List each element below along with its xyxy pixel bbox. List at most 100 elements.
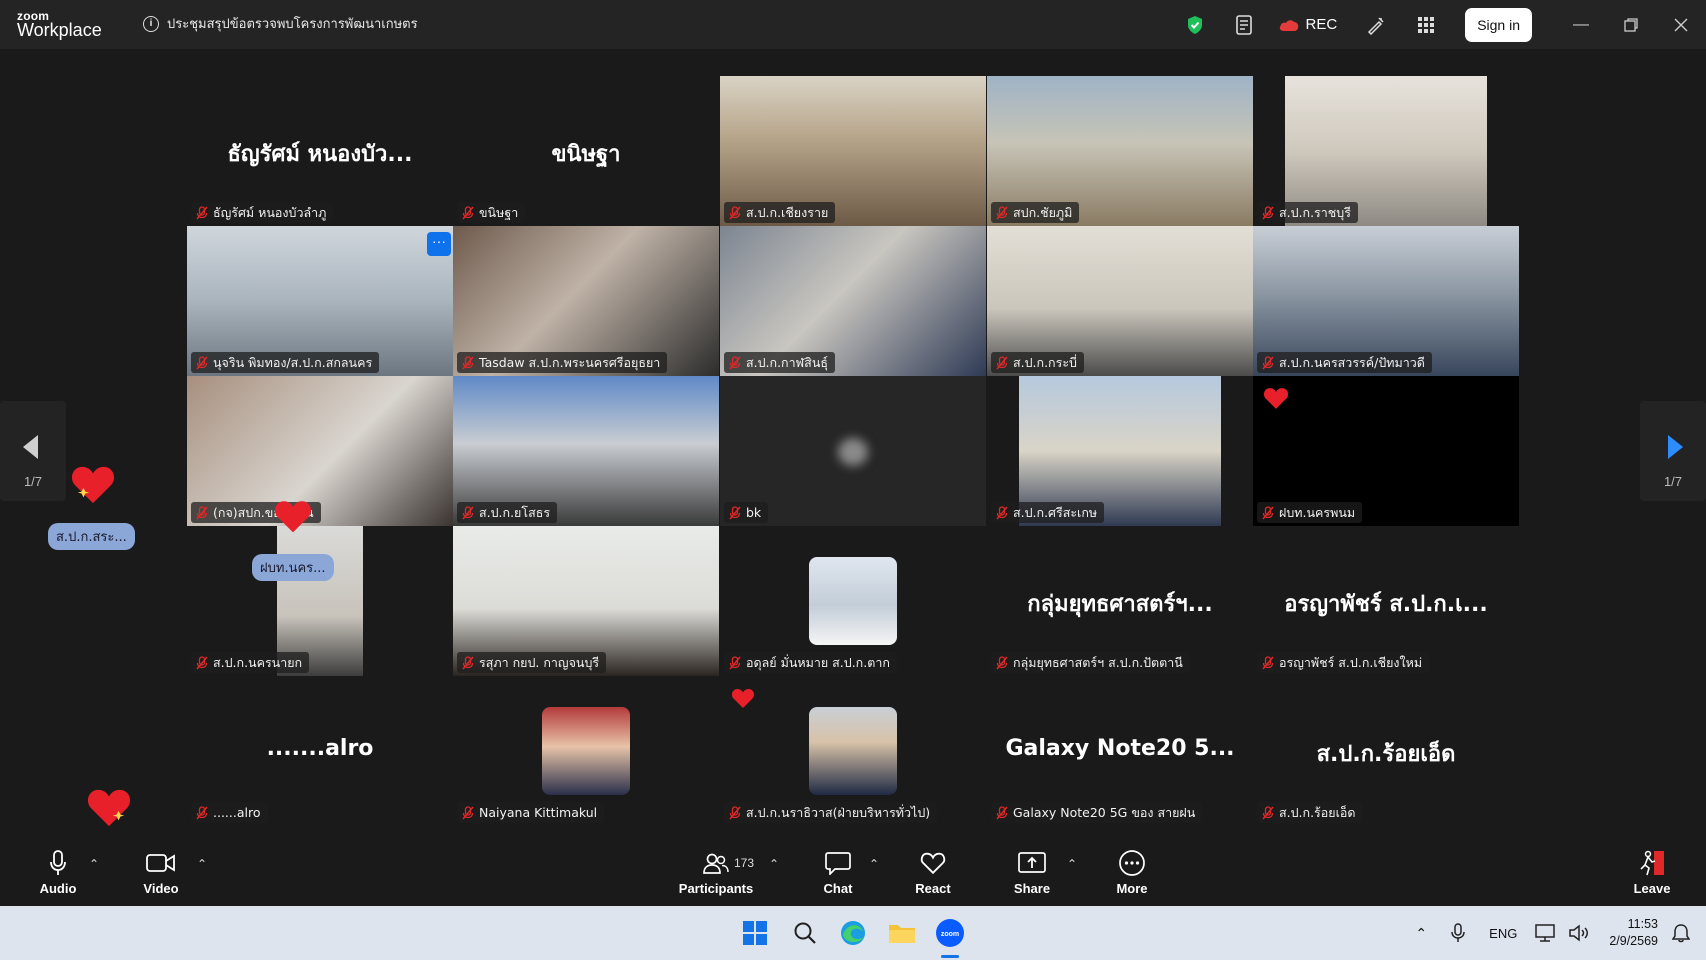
participant-tile[interactable]: .......alro ......alro bbox=[187, 676, 453, 826]
participant-name-tag: Tasdaw ส.ป.ก.พระนครศรีอยุธยา bbox=[457, 352, 668, 373]
participant-name: รสุภา กยป. กาญจนบุรี bbox=[479, 655, 600, 670]
muted-microphone-icon bbox=[729, 655, 741, 669]
annotate-icon[interactable] bbox=[1363, 12, 1389, 38]
chat-button[interactable]: Chat bbox=[818, 839, 858, 906]
participant-tile[interactable]: ส.ป.ก.ยโสธร bbox=[453, 376, 719, 526]
participants-icon bbox=[703, 853, 729, 874]
heart-reaction-icon bbox=[274, 501, 312, 533]
page-indicator: 1/7 bbox=[1663, 474, 1683, 489]
participant-name: สปก.ชัยภูมิ bbox=[1013, 205, 1073, 220]
participant-tile[interactable]: ส.ป.ก.เชียงราย bbox=[720, 76, 986, 226]
participant-tile[interactable]: ธัญรัศม์ หนองบัว... ธัญรัศม์ หนองบัวลำภู bbox=[187, 76, 453, 226]
participants-button[interactable]: Participants bbox=[676, 839, 756, 906]
participant-tile[interactable]: อรญาพัชร์ ส.ป.ก.เ... อรญาพัชร์ ส.ป.ก.เชีย… bbox=[1253, 526, 1519, 676]
floating-reaction-label: ฝบท.นคร... bbox=[252, 554, 334, 581]
participant-name-tag: Naiyana Kittimakul bbox=[457, 802, 605, 823]
muted-microphone-icon bbox=[1262, 805, 1274, 819]
volume-icon[interactable] bbox=[1569, 924, 1591, 942]
participant-name: ส.ป.ก.นราธิวาส(ฝ่ายบริหารทั่วไป) bbox=[746, 805, 931, 820]
participant-tile[interactable]: Tasdaw ส.ป.ก.พระนครศรีอยุธยา bbox=[453, 226, 719, 376]
participant-name-tag: รสุภา กยป. กาญจนบุรี bbox=[457, 652, 607, 673]
leave-door-icon bbox=[1640, 850, 1664, 876]
participant-name: Galaxy Note20 5G ของ สายฝน bbox=[1013, 805, 1196, 820]
zoom-app-icon[interactable]: zoom bbox=[934, 917, 966, 949]
participant-name-tag: สปก.ชัยภูมิ bbox=[991, 202, 1080, 223]
participant-name-tag: ส.ป.ก.นครสวรรค์/ปัทมาวดี bbox=[1257, 352, 1432, 373]
more-dots-icon bbox=[1119, 850, 1145, 876]
share-button[interactable]: Share bbox=[1010, 839, 1054, 906]
participant-name-tag: กลุ่มยุทธศาสตร์ฯ ส.ป.ก.ปัตตานี bbox=[991, 652, 1190, 673]
meeting-info[interactable]: i ประชุมสรุปข้อตรวจพบโครงการพัฒนาเกษตร bbox=[143, 13, 418, 34]
shield-icon[interactable] bbox=[1182, 12, 1208, 38]
close-button[interactable] bbox=[1656, 0, 1706, 49]
participant-tile[interactable]: ส.ป.ก.นครนายก bbox=[187, 526, 453, 676]
participant-tile[interactable]: ฝบท.นครพนม bbox=[1253, 376, 1519, 526]
participant-tile[interactable]: (กจ)สปก.ขอนแก่น bbox=[187, 376, 453, 526]
logo-line2: Workplace bbox=[17, 20, 102, 40]
system-clock[interactable]: 11:53 2/9/2569 bbox=[1609, 916, 1658, 950]
participant-tile[interactable]: ส.ป.ก.กาฬสินธุ์ bbox=[720, 226, 986, 376]
participant-name-tag: ส.ป.ก.ราชบุรี bbox=[1257, 202, 1358, 223]
participant-tile[interactable]: ขนิษฐา ขนิษฐา bbox=[453, 76, 719, 226]
more-label: More bbox=[1116, 881, 1148, 896]
cloud-recording-indicator[interactable]: REC bbox=[1278, 16, 1337, 33]
participant-tile[interactable]: ส.ป.ก.กระบี่ bbox=[987, 226, 1253, 376]
file-explorer-icon[interactable] bbox=[886, 917, 918, 949]
audio-button[interactable]: Audio bbox=[36, 839, 80, 906]
tray-microphone-icon[interactable] bbox=[1451, 923, 1465, 943]
notes-icon[interactable] bbox=[1232, 12, 1258, 38]
participant-tile[interactable]: Galaxy Note20 5... Galaxy Note20 5G ของ ส… bbox=[987, 676, 1253, 826]
participant-tile[interactable]: อดุลย์ มั่นหมาย ส.ป.ก.ตาก bbox=[720, 526, 986, 676]
participant-name-tag: ส.ป.ก.ศรีสะเกษ bbox=[991, 502, 1105, 523]
participant-tile[interactable]: ส.ป.ก.ร้อยเอ็ด ส.ป.ก.ร้อยเอ็ด bbox=[1253, 676, 1519, 826]
participant-name-tag: Galaxy Note20 5G ของ สายฝน bbox=[991, 802, 1203, 823]
heart-reaction-icon bbox=[87, 789, 131, 827]
participant-tile[interactable]: bk bbox=[720, 376, 986, 526]
windows-start-icon[interactable] bbox=[739, 917, 771, 949]
participant-tile[interactable]: สปก.ชัยภูมิ bbox=[987, 76, 1253, 226]
edge-browser-icon[interactable] bbox=[837, 917, 869, 949]
avatar bbox=[809, 557, 897, 645]
chat-label: Chat bbox=[823, 881, 853, 896]
info-icon[interactable]: i bbox=[143, 15, 159, 32]
participant-tile[interactable]: Naiyana Kittimakul bbox=[453, 676, 719, 826]
participant-tile[interactable]: ส.ป.ก.นราธิวาส(ฝ่ายบริหารทั่วไป) bbox=[720, 676, 986, 826]
react-button[interactable]: React bbox=[912, 839, 954, 906]
participant-name-tag: ขนิษฐา bbox=[457, 202, 526, 223]
muted-microphone-icon bbox=[462, 655, 474, 669]
tile-options-button[interactable]: ··· bbox=[427, 232, 451, 256]
search-icon[interactable] bbox=[789, 917, 821, 949]
audio-label: Audio bbox=[39, 881, 77, 896]
participants-options-caret-icon[interactable]: ⌃ bbox=[769, 857, 779, 871]
muted-microphone-icon bbox=[1262, 355, 1274, 369]
next-page-button[interactable]: 1/7 bbox=[1640, 401, 1706, 501]
chat-options-caret-icon[interactable]: ⌃ bbox=[869, 857, 879, 871]
audio-options-caret-icon[interactable]: ⌃ bbox=[89, 857, 99, 871]
input-language[interactable]: ENG bbox=[1489, 926, 1517, 941]
notification-bell-icon[interactable] bbox=[1672, 923, 1690, 943]
participant-tile[interactable]: รสุภา กยป. กาญจนบุรี bbox=[453, 526, 719, 676]
sign-in-button[interactable]: Sign in bbox=[1465, 7, 1532, 42]
leave-button[interactable]: Leave bbox=[1630, 839, 1674, 906]
restore-button[interactable] bbox=[1606, 0, 1656, 49]
muted-microphone-icon bbox=[196, 205, 208, 219]
previous-page-button[interactable]: 1/7 bbox=[0, 401, 66, 501]
video-button[interactable]: Video bbox=[138, 839, 184, 906]
participant-tile[interactable]: ส.ป.ก.ศรีสะเกษ bbox=[987, 376, 1253, 526]
participant-tile[interactable]: ส.ป.ก.ราชบุรี bbox=[1253, 76, 1519, 226]
clock-date: 2/9/2569 bbox=[1609, 934, 1658, 948]
participant-tile[interactable]: ··· นุจริน พิมทอง/ส.ป.ก.สกลนคร bbox=[187, 226, 453, 376]
participant-name: ส.ป.ก.กระบี่ bbox=[1013, 355, 1077, 370]
more-button[interactable]: More bbox=[1112, 839, 1152, 906]
minimize-button[interactable]: — bbox=[1556, 0, 1606, 49]
video-options-caret-icon[interactable]: ⌃ bbox=[197, 857, 207, 871]
participant-tile[interactable]: ส.ป.ก.นครสวรรค์/ปัทมาวดี bbox=[1253, 226, 1519, 376]
apps-grid-icon[interactable] bbox=[1413, 12, 1439, 38]
participant-tile[interactable]: กลุ่มยุทธศาสตร์ฯ... กลุ่มยุทธศาสตร์ฯ ส.ป.… bbox=[987, 526, 1253, 676]
share-options-caret-icon[interactable]: ⌃ bbox=[1067, 857, 1077, 871]
tray-chevron-up-icon[interactable]: ⌃ bbox=[1415, 925, 1427, 942]
network-icon[interactable] bbox=[1535, 924, 1557, 942]
participant-name: ส.ป.ก.นครสวรรค์/ปัทมาวดี bbox=[1279, 355, 1425, 370]
share-label: Share bbox=[1013, 881, 1051, 896]
participant-name: นุจริน พิมทอง/ส.ป.ก.สกลนคร bbox=[213, 355, 373, 370]
